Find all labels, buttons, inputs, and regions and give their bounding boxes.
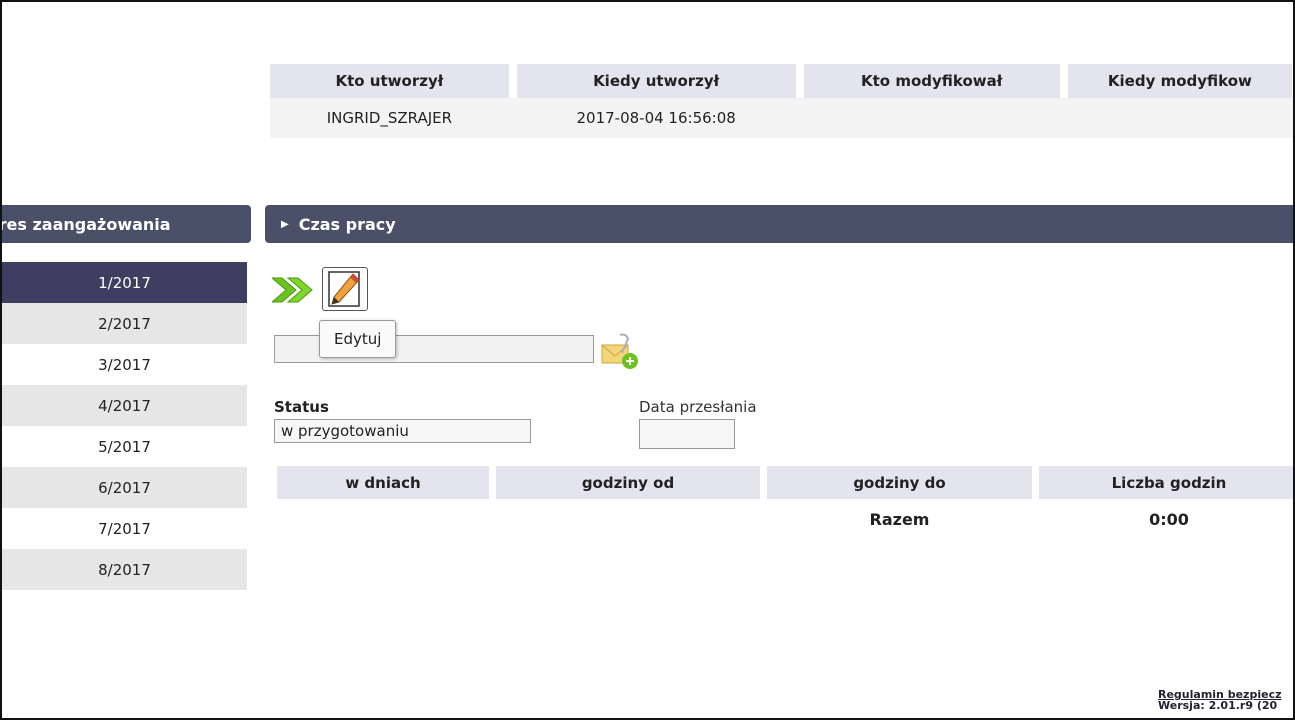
pencil-edit-icon [328,271,360,307]
period-item-1-2017[interactable]: 1/2017 [2,262,247,303]
hours-total-row: Razem 0:00 [277,499,1293,539]
period-item-7-2017[interactable]: 7/2017 [2,508,247,549]
audit-modified-at-value [1068,98,1292,138]
hours-header-count: Liczba godzin [1039,466,1293,499]
hours-total-empty-1 [277,499,489,539]
hours-table: w dniach godziny od godziny do Liczba go… [277,466,1293,539]
hours-header-to: godziny do [767,466,1032,499]
audit-header-created-at: Kiedy utworzył [516,64,796,98]
period-item-2-2017[interactable]: 2/2017 [2,303,247,344]
audit-header-created-by: Kto utworzył [270,64,509,98]
audit-data-row: INGRID_SZRAJER 2017-08-04 16:56:08 [270,98,1293,138]
hours-total-label: Razem [869,509,930,529]
period-item-4-2017[interactable]: 4/2017 [2,385,247,426]
audit-header-modified-by: Kto modyfikował [803,64,1060,98]
triangle-right-icon: ▶ [281,218,289,230]
audit-created-at-value: 2017-08-04 16:56:08 [576,109,736,127]
hours-header-from: godziny od [496,466,760,499]
hours-total-value: 0:00 [1149,509,1189,529]
send-date-field [639,419,735,449]
audit-header-modified-at: Kiedy modyfikow [1067,64,1292,98]
audit-created-by-value: INGRID_SZRAJER [326,109,453,127]
work-time-section-title: Czas pracy [298,214,396,234]
double-arrow-icon[interactable] [270,275,316,305]
audit-modified-by-value [804,98,1060,138]
edit-tooltip: Edytuj [319,320,397,358]
work-time-section-header[interactable]: ▶ Czas pracy [265,205,1293,243]
send-date-label: Data przesłania [639,398,757,416]
status-field: w przygotowaniu [274,419,531,443]
edit-button[interactable] [322,267,368,311]
footer: Regulamin bezpiecz Wersja: 2.01.r9 (20 [1158,689,1282,711]
audit-header-row: Kto utworzył Kiedy utworzył Kto modyfiko… [270,64,1293,98]
period-item-6-2017[interactable]: 6/2017 [2,467,247,508]
audit-table: Kto utworzył Kiedy utworzył Kto modyfiko… [270,64,1293,138]
status-label: Status [274,398,329,416]
period-item-8-2017[interactable]: 8/2017 [2,549,247,590]
app-frame: Kto utworzył Kiedy utworzył Kto modyfiko… [0,0,1295,720]
period-panel-header: kres zaangażowania [2,205,251,243]
period-list: 1/2017 2/2017 3/2017 4/2017 5/2017 6/201… [2,262,247,590]
hours-header-row: w dniach godziny od godziny do Liczba go… [277,466,1293,499]
period-item-3-2017[interactable]: 3/2017 [2,344,247,385]
hours-total-empty-2 [496,499,760,539]
hours-header-days: w dniach [277,466,489,499]
period-panel-title: kres zaangażowania [2,214,171,234]
version-text: Wersja: 2.01.r9 (20 [1158,699,1278,712]
period-item-5-2017[interactable]: 5/2017 [2,426,247,467]
attachment-add-icon[interactable] [600,333,640,371]
